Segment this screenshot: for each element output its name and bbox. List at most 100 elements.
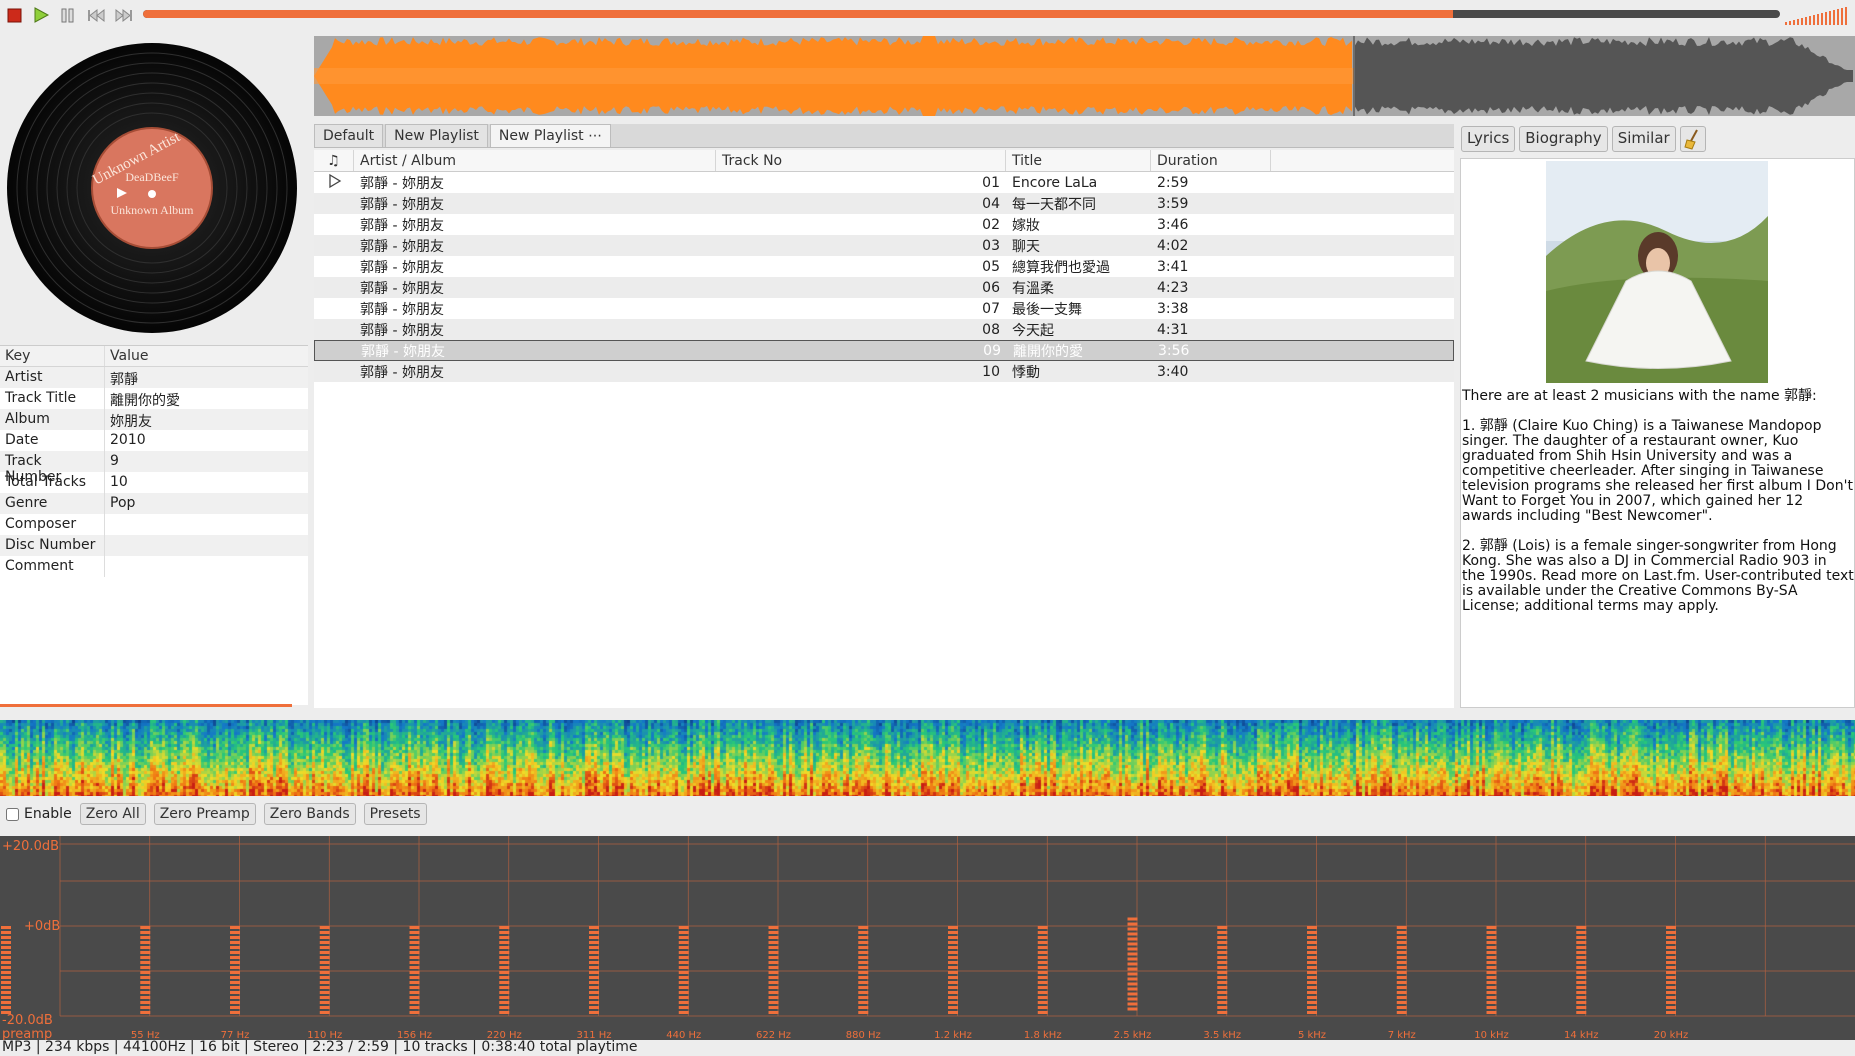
eq-band-bar [1486,966,1497,969]
eq-band-bar [768,961,779,964]
eq-band-bar [948,941,959,944]
property-row[interactable]: Date 2010 [0,430,308,451]
track-no-cell: 06 [982,279,1000,296]
playlist-row[interactable]: 郭靜 - 妳朋友 07 最後一支舞 3:38 [314,298,1454,319]
eq-band-bar [1576,1001,1587,1004]
eq-band-bar [589,926,600,929]
track-no-cell: 03 [982,237,1000,254]
eq-preamp-bar [1,931,11,934]
property-value [105,535,308,556]
eq-band-bar [1127,987,1138,991]
eq-band-bar [140,936,151,939]
property-row[interactable]: Composer [0,514,308,535]
waveform-seekbar[interactable] [314,36,1855,116]
enable-checkbox[interactable] [6,807,19,821]
playlist-row[interactable]: 郭靜 - 妳朋友 06 有溫柔 4:23 [314,277,1454,298]
eq-band-bar [409,956,420,959]
zero-bands-button[interactable]: Zero Bands [263,803,356,825]
play-button[interactable] [30,4,52,26]
volume-bar[interactable] [1785,5,1849,25]
presets-button[interactable]: Presets [363,803,427,825]
eq-band-bar [1217,951,1228,954]
volume-segment [1821,13,1823,25]
eq-band-bar [678,996,689,999]
eq-band-bar [1307,1006,1318,1009]
clear-cache-button[interactable] [1679,126,1706,152]
track-no-column-header[interactable]: Track No [716,150,1006,171]
property-row[interactable]: Genre Pop [0,493,308,514]
eq-band-bar [858,946,869,949]
stop-button[interactable] [4,4,26,26]
eq-band-bar [678,931,689,934]
pause-button[interactable] [57,4,79,26]
lyrics-button[interactable]: Lyrics [1461,126,1516,152]
duration-column-header[interactable]: Duration [1151,150,1271,171]
playlist-row[interactable]: 郭靜 - 妳朋友 03 聊天 4:02 [314,235,1454,256]
similar-button[interactable]: Similar [1611,126,1676,152]
eq-band-bar [768,986,779,989]
eq-band-bar [1666,971,1677,974]
eq-band-bar [140,971,151,974]
eq-band-bar [1576,996,1587,999]
eq-band-bar [230,1001,241,1004]
eq-band-bar [1307,926,1318,929]
tab-new-playlist-active[interactable]: New Playlist ⋯ [489,124,612,147]
property-row[interactable]: Artist 郭靜 [0,367,308,388]
eq-preamp-bar [1,951,11,954]
eq-band-bar [1576,986,1587,989]
property-row[interactable]: Disc Number [0,535,308,556]
volume-segment [1809,16,1811,25]
eq-band-bar [1666,951,1677,954]
property-value [105,514,308,535]
property-row[interactable]: Total Tracks 10 [0,472,308,493]
playlist-row[interactable]: 郭靜 - 妳朋友 10 悸動 3:40 [314,361,1454,382]
eq-band-bar [230,961,241,964]
equalizer-graph[interactable]: +20.0dB+0dB-20.0dBpreamp 55 Hz 77 Hz 110 Hz… [0,836,1855,1040]
property-row[interactable]: Track Number 9 [0,451,308,485]
playing-column-header[interactable]: ♫ [314,150,354,171]
property-key: Total Tracks [0,472,105,493]
playlist-row[interactable]: 郭靜 - 妳朋友 05 總算我們也愛過 3:41 [314,256,1454,277]
playlist-row[interactable]: 郭靜 - 妳朋友 04 每一天都不同 3:59 [314,193,1454,214]
property-row[interactable]: Comment [0,556,308,577]
eq-band-bar [1127,997,1138,1001]
enable-checkbox-label[interactable]: Enable [6,806,72,822]
title-column-header[interactable]: Title [1006,150,1151,171]
eq-band-bar [1486,926,1497,929]
playlist-row[interactable]: 郭靜 - 妳朋友 08 今天起 4:31 [314,319,1454,340]
eq-preamp-bar [1,986,11,989]
playlist-row[interactable]: 郭靜 - 妳朋友 09 離開你的愛 3:56 [314,340,1454,361]
zero-preamp-button[interactable]: Zero Preamp [153,803,256,825]
playlist-row[interactable]: 郭靜 - 妳朋友 01 Encore LaLa 2:59 [314,172,1454,193]
eq-band-bar [1307,931,1318,934]
value-column-header[interactable]: Value [105,346,153,366]
artist-album-cell: 郭靜 - 妳朋友 [361,343,445,360]
key-column-header[interactable]: Key [0,346,105,366]
eq-band-bar [1486,951,1497,954]
next-button[interactable] [113,4,135,26]
eq-band-bar [319,976,330,979]
eq-band-bar [589,961,600,964]
enable-label: Enable [24,806,72,822]
eq-band-bar [1217,931,1228,934]
eq-band-bar [319,926,330,929]
zero-all-button[interactable]: Zero All [79,803,146,825]
seek-bar[interactable] [143,10,1780,18]
biography-button[interactable]: Biography [1519,126,1608,152]
seek-progress [143,10,1453,18]
playlist-row[interactable]: 郭靜 - 妳朋友 02 嫁妝 3:46 [314,214,1454,235]
eq-band-bar [499,926,510,929]
property-row[interactable]: Track Title 離開你的愛 [0,388,308,409]
artist-album-column-header[interactable]: Artist / Album [354,150,716,171]
eq-band-bar [1486,956,1497,959]
eq-band-bar [1666,926,1677,929]
property-row[interactable]: Album 妳朋友 [0,409,308,430]
tab-default[interactable]: Default [314,124,384,147]
previous-button[interactable] [85,4,107,26]
title-cell: 最後一支舞 [1012,301,1082,318]
tab-new-playlist[interactable]: New Playlist [385,124,488,147]
eq-band-bar [1127,917,1138,921]
status-bar: MP3 | 234 kbps | 44100Hz | 16 bit | Ster… [2,1039,638,1055]
eq-band-bar [499,951,510,954]
eq-band-bar [589,941,600,944]
